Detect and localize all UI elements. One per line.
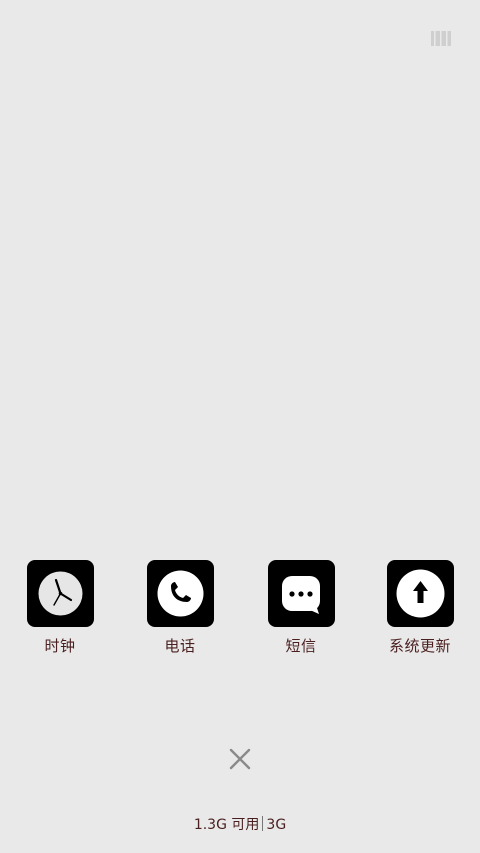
app-label: 时钟 bbox=[44, 637, 76, 655]
memory-status: 1.3G 可用 3G bbox=[0, 815, 480, 835]
close-icon[interactable] bbox=[229, 748, 251, 770]
app-label: 系统更新 bbox=[388, 637, 451, 655]
recent-apps-grid-icon[interactable] bbox=[431, 31, 451, 46]
system-update-icon[interactable] bbox=[386, 560, 454, 627]
app-label: 电话 bbox=[164, 637, 196, 655]
app-system-update[interactable]: 系统更新 bbox=[365, 560, 475, 656]
memory-separator bbox=[262, 816, 264, 831]
app-phone[interactable]: 电话 bbox=[125, 560, 235, 656]
clock-icon[interactable] bbox=[26, 560, 94, 627]
message-icon[interactable] bbox=[267, 560, 335, 627]
app-label: 短信 bbox=[285, 637, 317, 655]
phone-icon[interactable] bbox=[146, 560, 214, 627]
app-shortcut-row: 时钟 电话 短信 系统更新 bbox=[0, 560, 480, 660]
app-clock[interactable]: 时钟 bbox=[5, 560, 115, 656]
memory-total: 3G bbox=[266, 817, 287, 833]
memory-available: 1.3G 可用 bbox=[193, 817, 260, 833]
app-messages[interactable]: 短信 bbox=[246, 560, 356, 656]
